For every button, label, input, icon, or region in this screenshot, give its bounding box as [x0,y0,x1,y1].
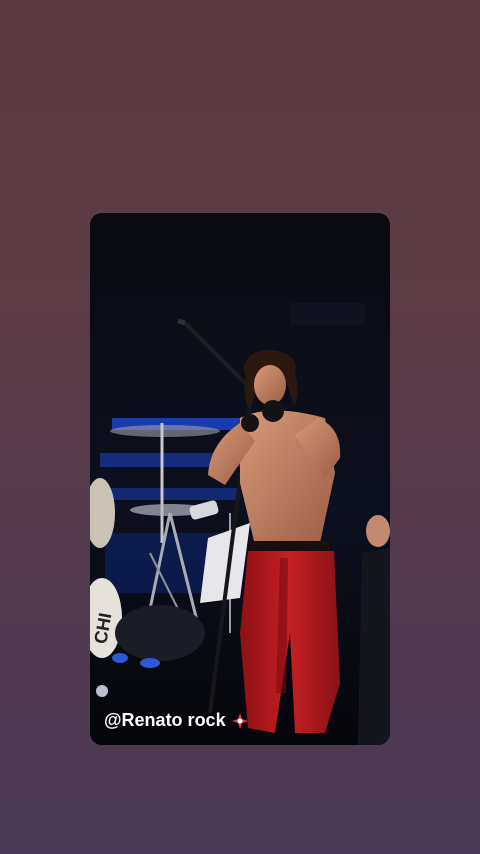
concert-scene: CHI [90,213,390,745]
story-media-card[interactable]: CHI @Renato rock [90,213,390,745]
caption-text: @Renato rock [104,710,226,730]
story-screen: { "story": { "caption": "@Renato rock", … [0,0,480,854]
stage-spotlight [96,685,108,697]
username-caption[interactable]: @Renato rock [104,710,248,731]
concert-video-frame[interactable]: CHI [90,213,390,745]
sparkle-star-icon [231,712,248,729]
stage-speaker [290,303,365,325]
blue-stage-light [110,488,240,500]
